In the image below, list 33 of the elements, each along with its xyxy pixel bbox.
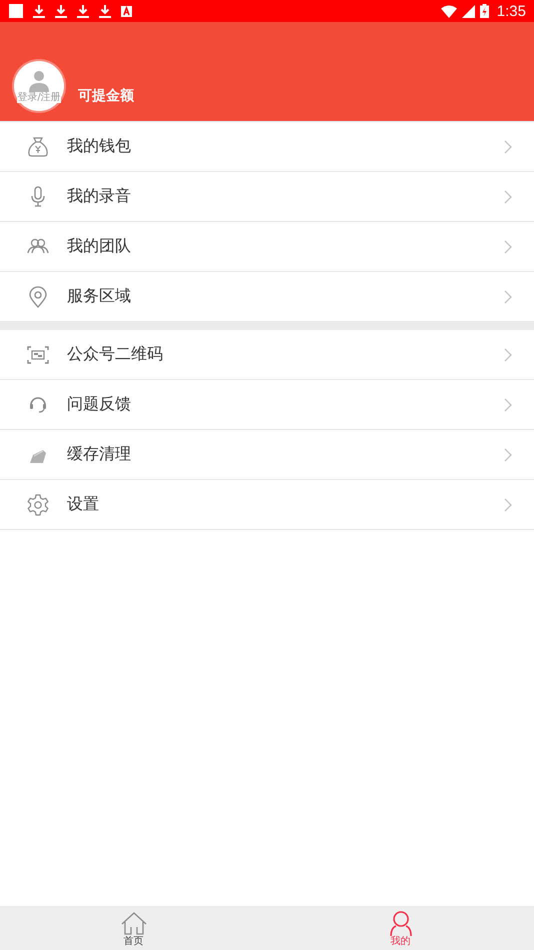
avatar-caption: 登录/注册	[17, 92, 61, 102]
menu-item[interactable]: 服务区域	[0, 272, 534, 321]
clock-time: 1:35	[496, 2, 526, 20]
wifi-icon	[440, 4, 457, 18]
chevron-right-icon	[504, 398, 512, 412]
chevron-right-icon	[504, 498, 512, 512]
download-icon	[55, 4, 67, 18]
menu-item[interactable]: 我的录音	[0, 172, 534, 222]
menu-item[interactable]: 问题反馈	[0, 380, 534, 430]
settings-icon	[26, 492, 50, 516]
person-icon	[28, 70, 50, 92]
menu-item[interactable]: 缓存清理	[0, 430, 534, 480]
menu-item[interactable]: 我的团队	[0, 222, 534, 272]
home-icon	[120, 910, 148, 936]
signal-icon	[462, 4, 475, 18]
notification-square-icon	[9, 4, 23, 18]
app-notification-icon	[121, 6, 132, 16]
download-icon	[33, 4, 45, 18]
battery-icon	[480, 4, 489, 18]
menu-item[interactable]: 我的钱包	[0, 122, 534, 172]
chevron-right-icon	[504, 290, 512, 304]
download-icon	[99, 4, 111, 18]
menu-item[interactable]: 公众号二维码	[0, 330, 534, 380]
download-icon	[77, 4, 89, 18]
balance-label: 可提金额	[78, 87, 134, 105]
chevron-right-icon	[504, 448, 512, 462]
nav-tab[interactable]: 首页	[0, 906, 267, 950]
chevron-right-icon	[504, 240, 512, 254]
chevron-right-icon	[504, 190, 512, 204]
menu-item[interactable]: 设置	[0, 480, 534, 529]
chevron-right-icon	[504, 140, 512, 154]
chevron-right-icon	[504, 348, 512, 362]
money-bag-icon	[26, 134, 50, 158]
